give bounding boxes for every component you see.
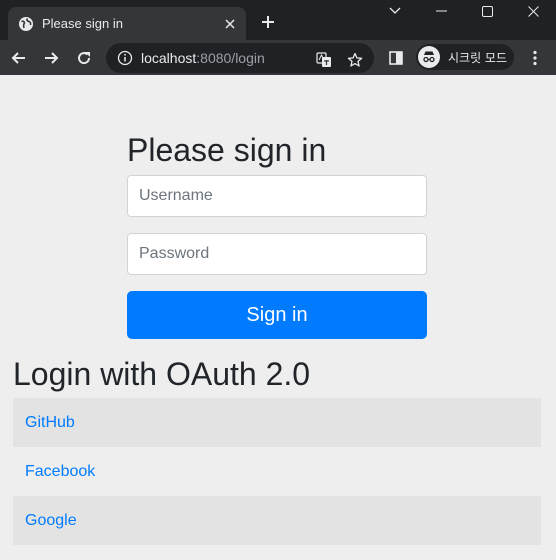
oauth-heading: Login with OAuth 2.0 xyxy=(13,356,311,392)
maximize-icon[interactable] xyxy=(464,0,510,22)
table-cell: Facebook xyxy=(13,447,541,496)
incognito-badge[interactable]: 시크릿 모드 xyxy=(416,44,514,70)
sidepanel-icon[interactable] xyxy=(382,44,410,72)
close-icon[interactable] xyxy=(220,14,240,34)
oauth-link-google[interactable]: Google xyxy=(25,512,77,529)
oauth-link-facebook[interactable]: Facebook xyxy=(25,463,95,480)
table-row: Facebook xyxy=(13,447,541,496)
table-cell: GitHub xyxy=(13,398,541,447)
table-row: GitHub xyxy=(13,398,541,447)
chevron-down-icon[interactable] xyxy=(372,0,418,22)
minimize-icon[interactable] xyxy=(418,0,464,22)
url-text: localhost:8080/login xyxy=(141,50,265,66)
back-icon[interactable] xyxy=(5,44,33,72)
globe-icon xyxy=(18,16,34,32)
tab-title: Please sign in xyxy=(42,16,123,31)
password-input[interactable] xyxy=(127,233,427,275)
tab-strip: Please sign in xyxy=(0,0,556,40)
username-input[interactable] xyxy=(127,175,427,217)
incognito-label: 시크릿 모드 xyxy=(448,50,508,65)
info-icon[interactable] xyxy=(117,50,133,66)
address-bar[interactable]: localhost:8080/login xyxy=(106,43,374,73)
oauth-providers-table: GitHub Facebook Google xyxy=(13,398,541,545)
browser-tab[interactable]: Please sign in xyxy=(8,7,246,40)
star-icon[interactable] xyxy=(345,50,365,70)
menu-icon[interactable] xyxy=(521,44,549,72)
forward-icon[interactable] xyxy=(37,44,65,72)
page-content: Please sign in Sign in Login with OAuth … xyxy=(0,75,556,560)
window-close-icon[interactable] xyxy=(510,0,556,22)
plus-icon[interactable] xyxy=(256,10,280,34)
oauth-link-github[interactable]: GitHub xyxy=(25,414,75,431)
url-host: localhost xyxy=(141,50,197,66)
table-row: Google xyxy=(13,496,541,545)
signin-heading: Please sign in xyxy=(127,132,327,168)
browser-toolbar: localhost:8080/login 시크릿 모드 xyxy=(0,40,556,75)
reload-icon[interactable] xyxy=(70,44,98,72)
incognito-icon xyxy=(418,46,440,68)
url-path: :8080/login xyxy=(196,50,265,66)
translate-icon[interactable] xyxy=(314,50,334,70)
sign-in-button[interactable]: Sign in xyxy=(127,291,427,339)
table-cell: Google xyxy=(13,496,541,545)
